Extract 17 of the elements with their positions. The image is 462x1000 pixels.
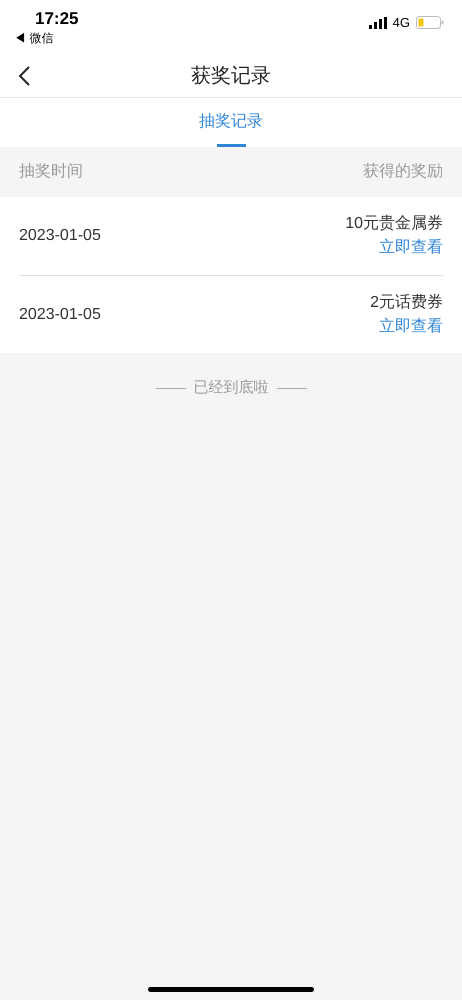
status-time: 17:25 xyxy=(35,8,78,30)
view-link[interactable]: 立即查看 xyxy=(379,314,443,338)
table-cell-text: 2023-01-05 xyxy=(19,226,101,246)
back-to-app-link[interactable]: ◀ 微信 xyxy=(14,30,78,46)
signal-icon xyxy=(368,16,387,28)
table-cell-text: 2元话费券 xyxy=(370,292,443,312)
battery-icon xyxy=(416,16,444,29)
end-of-list-note: 已经到底啦 xyxy=(194,378,268,398)
page-title: 获奖记录 xyxy=(191,64,271,89)
table-cell-text: 2023-01-05 xyxy=(19,304,101,324)
back-icon[interactable] xyxy=(17,65,31,87)
view-link[interactable]: 立即查看 xyxy=(379,236,443,260)
table-cell-text: 10元贵金属券 xyxy=(345,214,443,234)
column-header: 获得的奖励 xyxy=(363,162,443,182)
tab[interactable]: 抽奖记录 xyxy=(191,98,271,147)
network-label: 4G xyxy=(392,14,410,32)
column-header: 抽奖时间 xyxy=(19,162,83,182)
